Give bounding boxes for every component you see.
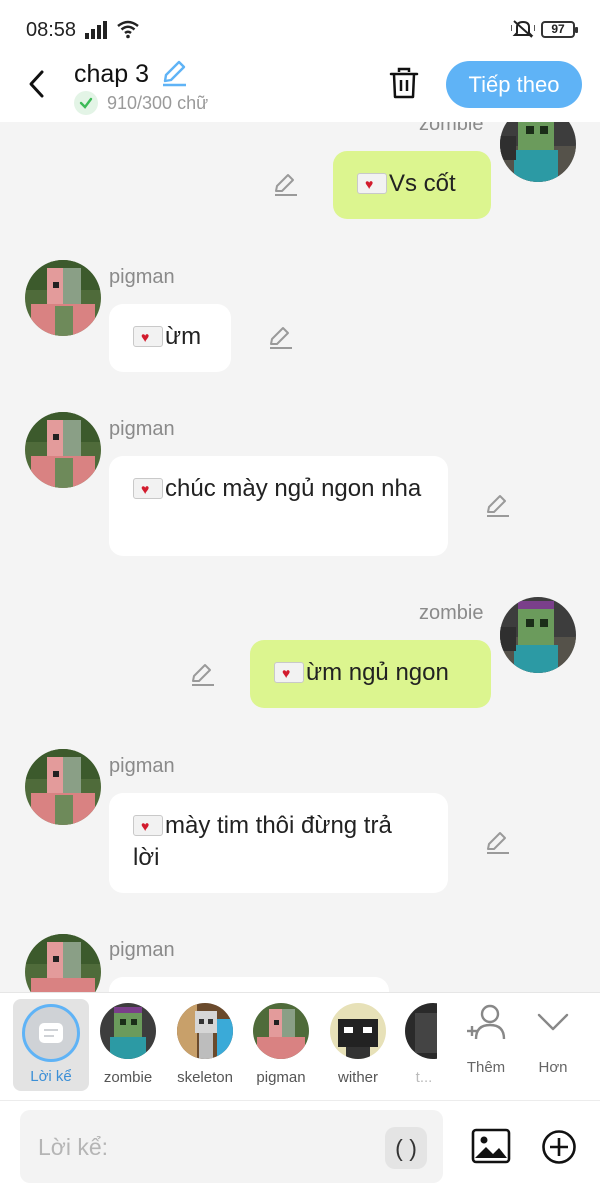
message-bubble[interactable]: ♥ ừm ngủ ngon — [250, 640, 491, 708]
message-text: Vs cốt — [389, 170, 456, 197]
message-input[interactable] — [38, 1130, 378, 1164]
avatar-skeleton — [177, 1003, 233, 1059]
narrator-icon — [22, 1004, 80, 1062]
character-label: zombie — [103, 1069, 153, 1086]
status-time: 08:58 — [26, 19, 77, 41]
signal-icon — [85, 21, 107, 39]
chevron-down-icon — [537, 1013, 569, 1031]
message-text: ừm — [165, 323, 202, 350]
avatar-pigman[interactable] — [25, 749, 101, 825]
check-icon — [74, 91, 98, 115]
avatar-pigman — [253, 1003, 309, 1059]
image-icon[interactable] — [471, 1128, 511, 1164]
avatar-zombie[interactable] — [500, 122, 576, 182]
character-label: pigman — [256, 1069, 306, 1086]
edit-message-icon[interactable] — [272, 172, 298, 198]
avatar-wither — [330, 1003, 386, 1059]
character-partial[interactable] — [405, 1003, 437, 1059]
trash-icon[interactable] — [388, 66, 420, 100]
add-person-icon — [467, 1004, 506, 1040]
edit-message-icon[interactable] — [267, 325, 293, 351]
word-count: 910/300 chữ — [107, 93, 209, 113]
more-label: Hơn — [538, 1059, 568, 1076]
add-character-button[interactable]: Thêm — [456, 1001, 516, 1076]
mute-icon — [511, 20, 535, 38]
status-bar: 08:58 97 — [0, 0, 600, 58]
edit-title-icon[interactable] — [160, 59, 188, 87]
message-bubble[interactable]: ♥ mày tim thôi đừng trả lời — [109, 793, 448, 893]
narrator-selector[interactable]: Lời kể — [13, 999, 89, 1091]
envelope-heart-icon: ♥ — [133, 326, 163, 347]
back-icon[interactable] — [22, 66, 52, 102]
narrator-label: Lời kể — [30, 1068, 72, 1085]
editor-header: chap 3 910/300 chữ Tiếp theo — [0, 58, 600, 122]
sender-name: zombie — [419, 122, 484, 135]
character-zombie[interactable] — [98, 1003, 158, 1059]
sender-name: pigman — [109, 939, 175, 961]
character-skeleton[interactable] — [175, 1003, 235, 1059]
battery-indicator: 97 — [541, 21, 578, 38]
wifi-icon — [117, 20, 139, 39]
envelope-heart-icon: ♥ — [357, 173, 387, 194]
avatar-zombie — [100, 1003, 156, 1059]
message-text: ừm ngủ ngon — [306, 659, 449, 686]
edit-message-icon[interactable] — [484, 830, 510, 856]
envelope-heart-icon: ♥ — [274, 662, 304, 683]
message-bubble[interactable]: ♥ Vs cốt — [333, 151, 491, 219]
edit-message-icon[interactable] — [484, 493, 510, 519]
message-bubble[interactable]: ♥ ừm — [109, 304, 231, 372]
avatar-pigman[interactable] — [25, 260, 101, 336]
next-button[interactable]: Tiếp theo — [446, 61, 582, 108]
avatar-pigman[interactable] — [25, 934, 101, 992]
message-text: mày tim thôi đừng trả lời — [133, 812, 392, 871]
parentheses-button[interactable]: ( ) — [385, 1127, 427, 1169]
character-label: t... — [415, 1069, 433, 1086]
message-bubble[interactable]: ♥ chúc mày ngủ ngon nha — [109, 456, 448, 556]
edit-message-icon[interactable] — [189, 662, 215, 688]
envelope-heart-icon: ♥ — [133, 478, 163, 499]
message-text: chúc mày ngủ ngon nha — [165, 475, 422, 502]
avatar-pigman[interactable] — [25, 412, 101, 488]
sender-name: pigman — [109, 266, 175, 288]
more-button[interactable]: Hơn — [523, 1001, 583, 1076]
character-pigman[interactable] — [251, 1003, 311, 1059]
character-label: wither — [337, 1069, 378, 1086]
chapter-title: chap 3 — [74, 60, 150, 88]
avatar-zombie[interactable] — [500, 597, 576, 673]
add-label: Thêm — [466, 1059, 506, 1076]
character-label: skeleton — [177, 1069, 233, 1086]
avatar-partial — [405, 1003, 437, 1059]
message-input-container: ( ) — [20, 1110, 443, 1183]
envelope-heart-icon: ♥ — [133, 815, 163, 836]
input-bar: ( ) — [0, 1100, 600, 1198]
sender-name: pigman — [109, 755, 175, 777]
chat-area: zombie ♥ Vs cốt pigman ♥ ừm pigman ♥ chú… — [0, 122, 600, 992]
character-wither[interactable] — [328, 1003, 388, 1059]
sender-name: pigman — [109, 418, 175, 440]
character-bar: Lời kể zombie skeleton pigman wither t..… — [0, 992, 600, 1100]
add-circle-icon[interactable] — [541, 1129, 577, 1165]
sender-name: zombie — [419, 602, 484, 624]
message-bubble[interactable] — [109, 977, 389, 992]
